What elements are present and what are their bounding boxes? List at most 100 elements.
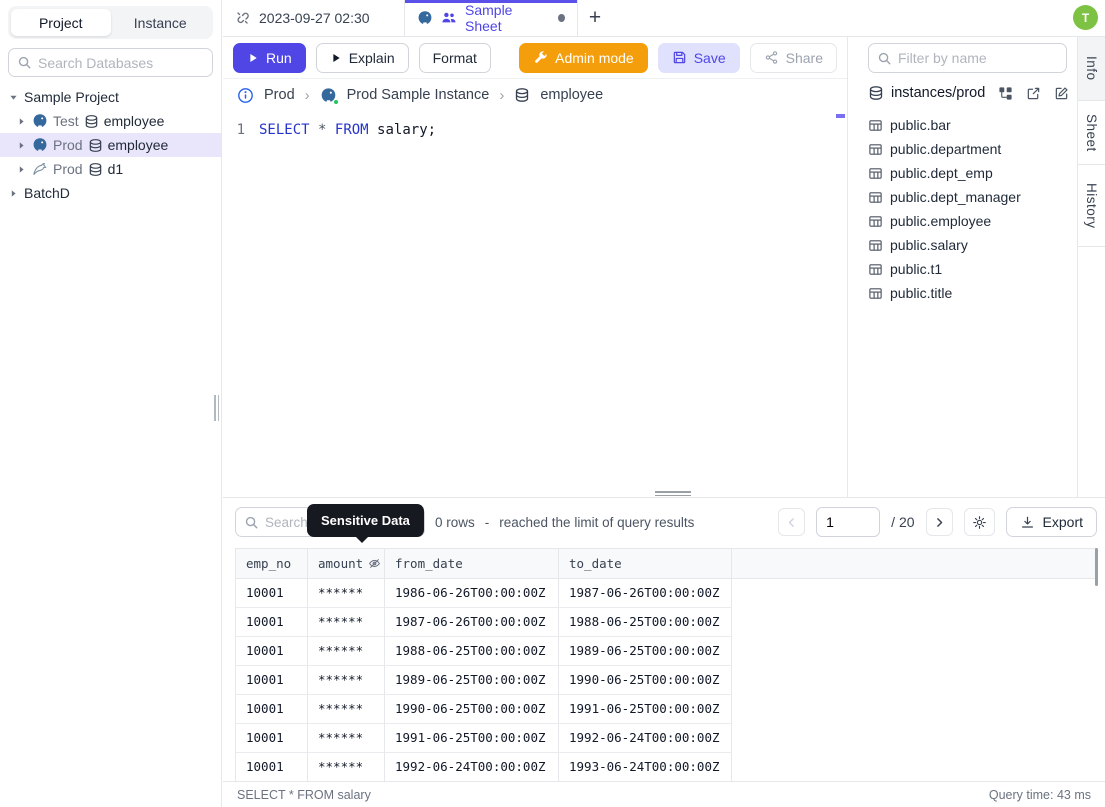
tree-item-test-employee[interactable]: Test employee bbox=[0, 109, 221, 133]
rail-tab-sheet[interactable]: Sheet bbox=[1078, 101, 1105, 165]
column-header[interactable]: to_date bbox=[559, 549, 732, 578]
edit-icon[interactable] bbox=[1054, 86, 1069, 101]
tree-project-sample[interactable]: Sample Project bbox=[0, 85, 221, 109]
environment-label: Test bbox=[53, 113, 79, 129]
table-row[interactable]: 10001 ****** 1988-06-25T00:00:00Z 1989-06-2… bbox=[235, 637, 732, 666]
tab-sample-sheet[interactable]: Sample Sheet bbox=[405, 0, 578, 36]
column-header[interactable]: amount bbox=[308, 549, 385, 578]
tree-project-label: Sample Project bbox=[24, 89, 119, 105]
code-line[interactable]: 1 SELECT * FROM salary; bbox=[223, 119, 847, 140]
result-settings-button[interactable] bbox=[963, 508, 995, 536]
share-icon bbox=[764, 50, 779, 65]
page-total-label: / 20 bbox=[891, 514, 915, 530]
database-name: d1 bbox=[107, 161, 124, 177]
export-button[interactable]: Export bbox=[1005, 507, 1097, 537]
table-list-item[interactable]: public.dept_emp bbox=[868, 161, 1067, 185]
sidebar-tab-switcher: Project Instance bbox=[8, 6, 213, 39]
caret-right-icon[interactable] bbox=[8, 188, 19, 199]
limit-message: reached the limit of query results bbox=[499, 514, 695, 530]
sql-keyword: FROM bbox=[334, 121, 369, 138]
results-resize-handle[interactable] bbox=[655, 491, 691, 497]
caret-right-icon[interactable] bbox=[16, 140, 27, 151]
environment-label: Prod bbox=[53, 137, 83, 153]
table-list-item[interactable]: public.dept_manager bbox=[868, 185, 1067, 209]
schema-panel: instances/prod public.bar public.departm… bbox=[847, 37, 1077, 497]
format-button[interactable]: Format bbox=[418, 42, 491, 73]
gear-icon bbox=[972, 515, 987, 530]
play-icon bbox=[330, 52, 342, 64]
search-databases-input[interactable] bbox=[38, 54, 204, 71]
table-list-item[interactable]: public.t1 bbox=[868, 257, 1067, 281]
prev-page-button[interactable] bbox=[778, 508, 806, 536]
table-row[interactable]: 10001 ****** 1991-06-25T00:00:00Z 1992-06-2… bbox=[235, 724, 732, 753]
postgres-icon bbox=[320, 87, 339, 105]
database-icon bbox=[84, 114, 99, 129]
query-time-label: Query time: 43 ms bbox=[988, 787, 1091, 802]
schema-diagram-icon[interactable] bbox=[998, 86, 1013, 101]
sql-code-editor[interactable]: 1 SELECT * FROM salary; bbox=[223, 111, 847, 497]
table-row[interactable]: 10001 ****** 1992-06-24T00:00:00Z 1993-06-2… bbox=[235, 753, 732, 782]
table-icon bbox=[868, 286, 883, 301]
breadcrumb-instance[interactable]: Prod Sample Instance bbox=[347, 87, 490, 103]
filter-box bbox=[868, 43, 1067, 73]
database-name: employee bbox=[103, 113, 165, 129]
chevron-right-icon: › bbox=[304, 86, 310, 104]
left-sidebar: Project Instance Sample Project Test emp… bbox=[0, 0, 222, 807]
play-icon bbox=[247, 52, 259, 64]
tab-instance[interactable]: Instance bbox=[111, 9, 211, 36]
row-count: 0 rows bbox=[435, 514, 475, 530]
tab-project[interactable]: Project bbox=[11, 9, 111, 36]
tree-item-prod-d1[interactable]: Prod d1 bbox=[0, 157, 221, 181]
table-list-item[interactable]: public.title bbox=[868, 281, 1067, 305]
run-button[interactable]: Run bbox=[233, 42, 306, 73]
tree-project-batchd[interactable]: BatchD bbox=[0, 181, 221, 205]
table-list-item[interactable]: public.employee bbox=[868, 209, 1067, 233]
sidebar-resize-handle[interactable] bbox=[214, 395, 220, 421]
table-row[interactable]: 10001 ****** 1986-06-26T00:00:00Z 1987-06-2… bbox=[235, 579, 732, 608]
sheet-tab-label: Sample Sheet bbox=[465, 2, 513, 34]
page-number-input[interactable] bbox=[816, 507, 881, 537]
search-icon bbox=[877, 51, 892, 66]
table-icon bbox=[868, 238, 883, 253]
table-icon bbox=[868, 190, 883, 205]
avatar[interactable]: T bbox=[1073, 5, 1098, 30]
info-icon[interactable] bbox=[237, 87, 254, 104]
share-button[interactable]: Share bbox=[749, 42, 837, 73]
rail-tab-info[interactable]: Info bbox=[1078, 37, 1105, 101]
table-icon bbox=[868, 166, 883, 181]
table-list-item[interactable]: public.bar bbox=[868, 113, 1067, 137]
table-list: public.bar public.department public.dept… bbox=[868, 113, 1067, 305]
tab-worksheet-timestamp[interactable]: 2023-09-27 02:30 bbox=[223, 0, 405, 36]
rows-info: 0 rows - reached the limit of query resu… bbox=[435, 515, 694, 530]
schema-path-row: instances/prod bbox=[868, 85, 1069, 101]
column-header[interactable]: from_date bbox=[385, 549, 559, 578]
explain-button[interactable]: Explain bbox=[315, 42, 409, 73]
sql-identifier: salary; bbox=[377, 121, 437, 138]
next-page-button[interactable] bbox=[925, 508, 953, 536]
filter-by-name-input[interactable] bbox=[898, 50, 1058, 66]
save-button[interactable]: Save bbox=[657, 42, 740, 73]
caret-down-icon[interactable] bbox=[8, 92, 19, 103]
instance-status-dot bbox=[332, 98, 339, 105]
caret-right-icon[interactable] bbox=[16, 116, 27, 127]
breadcrumb-database[interactable]: employee bbox=[540, 87, 603, 103]
table-row[interactable]: 10001 ****** 1990-06-25T00:00:00Z 1991-06-2… bbox=[235, 695, 732, 724]
table-row[interactable]: 10001 ****** 1987-06-26T00:00:00Z 1988-06-2… bbox=[235, 608, 732, 637]
breadcrumb-environment[interactable]: Prod bbox=[264, 87, 295, 103]
rail-tab-history[interactable]: History bbox=[1078, 165, 1105, 247]
external-link-icon[interactable] bbox=[1026, 86, 1041, 101]
new-tab-button[interactable]: + bbox=[578, 0, 612, 36]
table-list-item[interactable]: public.salary bbox=[868, 233, 1067, 257]
table-row[interactable]: 10001 ****** 1989-06-25T00:00:00Z 1990-06-2… bbox=[235, 666, 732, 695]
table-list-item[interactable]: public.department bbox=[868, 137, 1067, 161]
eye-off-icon bbox=[368, 557, 381, 570]
column-header[interactable]: emp_no bbox=[236, 549, 308, 578]
environment-label: Prod bbox=[53, 161, 83, 177]
caret-right-icon[interactable] bbox=[16, 164, 27, 175]
tree-item-prod-employee[interactable]: Prod employee bbox=[0, 133, 221, 157]
table-scrollbar-thumb[interactable] bbox=[1094, 548, 1098, 586]
column-header-filler bbox=[732, 549, 1096, 578]
pagination-controls: / 20 Export bbox=[778, 507, 1097, 537]
status-bar: SELECT * FROM salary Query time: 43 ms bbox=[223, 781, 1105, 807]
admin-mode-button[interactable]: Admin mode bbox=[519, 42, 648, 73]
